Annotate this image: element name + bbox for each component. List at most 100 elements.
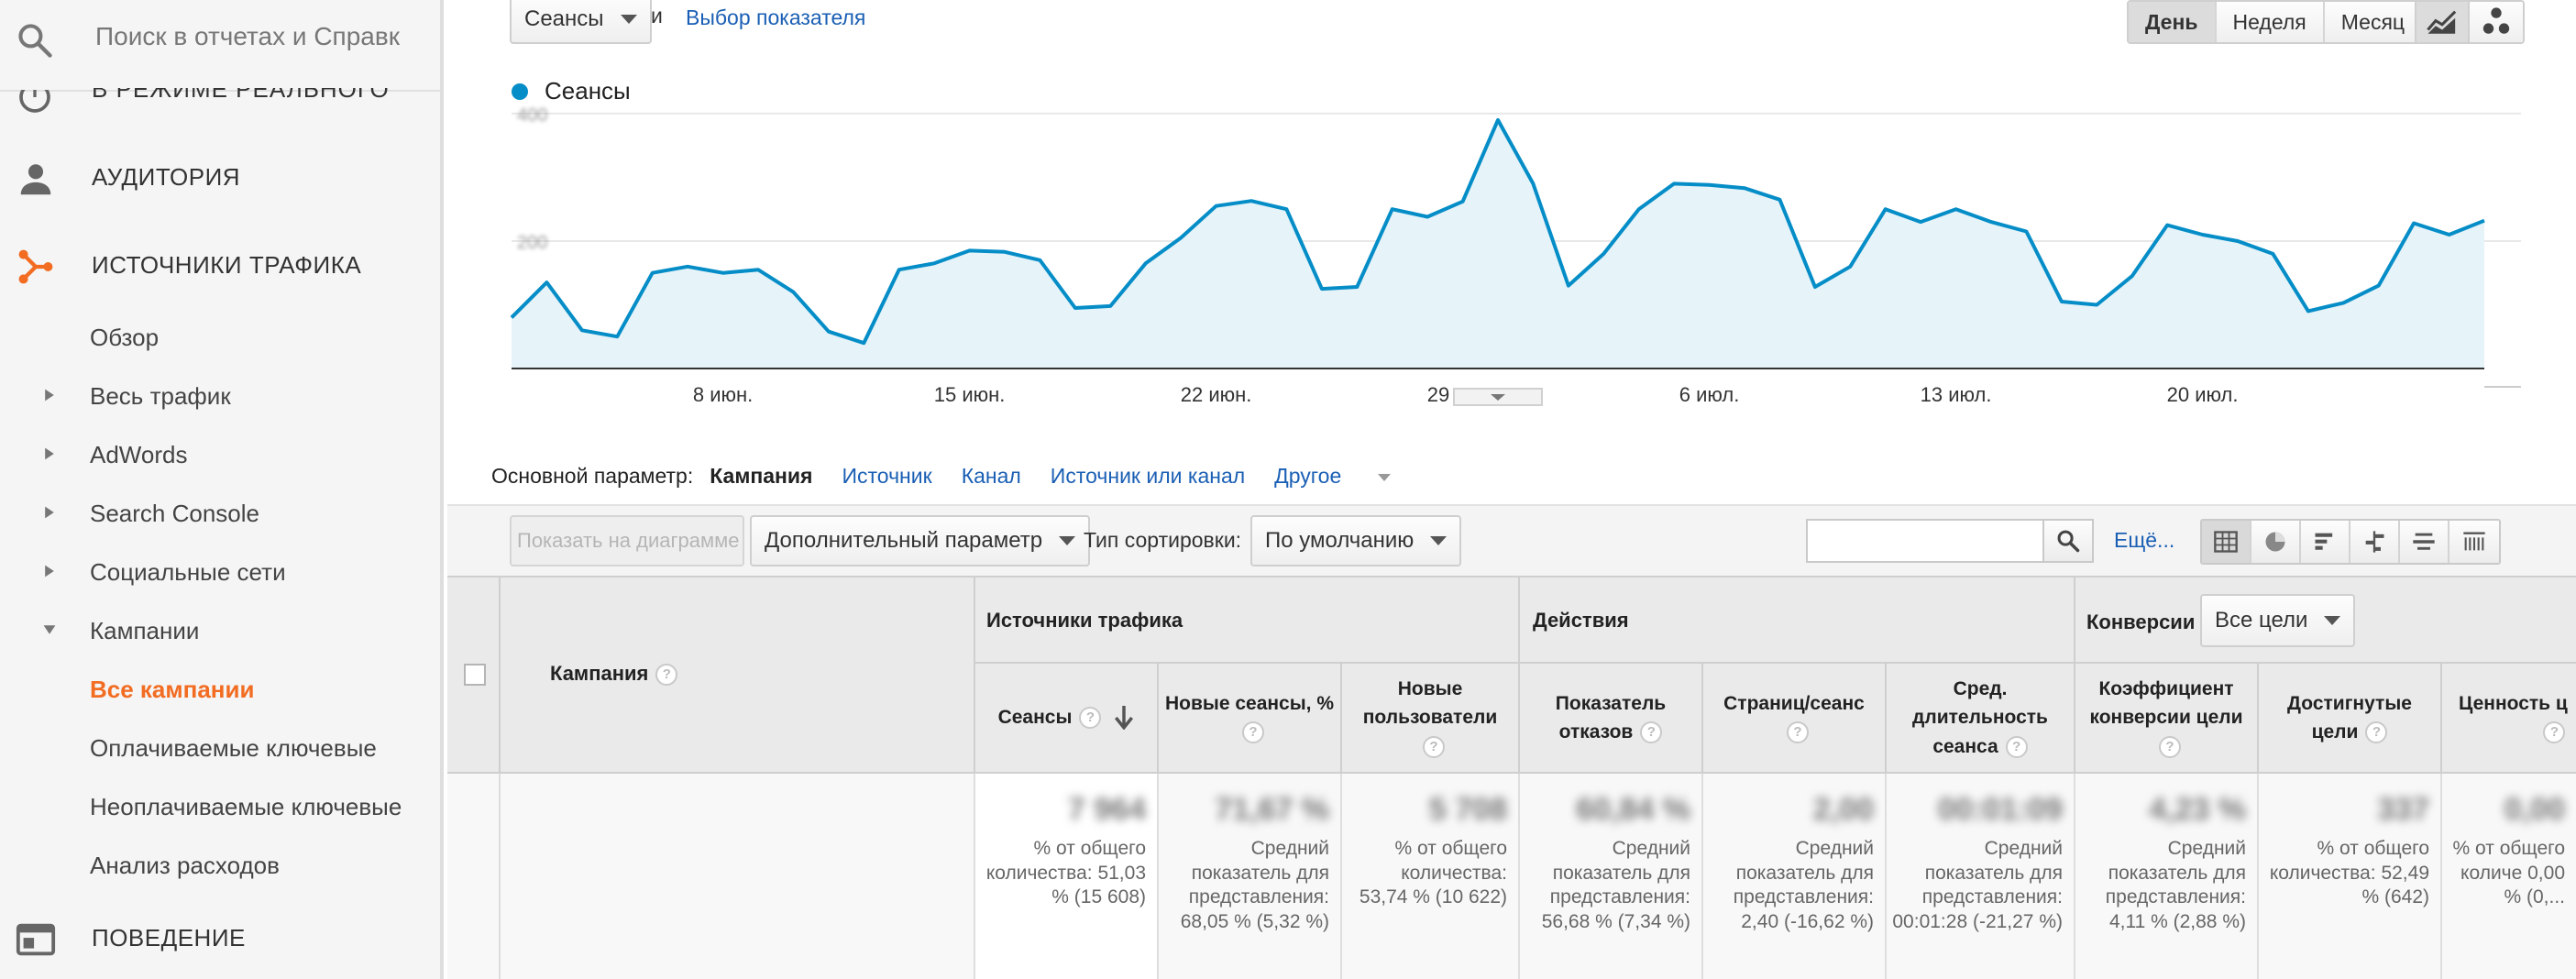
- sort-type-select[interactable]: По умолчанию: [1250, 515, 1462, 566]
- sort-desc-arrow-icon: [1115, 706, 1134, 730]
- sidebar-item-label: Обзор: [90, 324, 160, 351]
- search-icon: [18, 24, 52, 58]
- sidebar-item-all-traffic[interactable]: Весь трафик: [0, 371, 440, 423]
- help-icon[interactable]: ?: [2543, 721, 2566, 744]
- chevron-down-icon: [1378, 473, 1392, 481]
- chevron-down-icon: [1059, 536, 1076, 545]
- goal-select-value: Все цели: [2215, 608, 2308, 632]
- help-icon[interactable]: ?: [1640, 721, 1663, 744]
- help-icon[interactable]: ?: [1786, 721, 1809, 744]
- summary-cell-avg-session-duration: 00:01:09 Средний показатель для представ…: [1887, 774, 2075, 979]
- dimension-medium[interactable]: Канал: [962, 464, 1021, 489]
- secondary-dimension-select[interactable]: Дополнительный параметр: [750, 515, 1091, 566]
- help-icon[interactable]: ?: [2005, 736, 2028, 759]
- sidebar-item-all-campaigns[interactable]: Все кампании: [0, 665, 440, 716]
- line-chart-icon: [2427, 10, 2457, 34]
- sidebar-item-paid-keywords[interactable]: Оплачиваемые ключевые: [0, 723, 440, 775]
- comparison-icon: [2365, 531, 2384, 553]
- column-header-label: Коэффициент конверсии цели: [2089, 677, 2243, 729]
- sidebar-section-behavior[interactable]: ПОВЕДЕНИЕ: [0, 911, 440, 966]
- view-performance-button[interactable]: [2301, 521, 2350, 563]
- select-all-header: [447, 578, 501, 774]
- period-week-button[interactable]: Неделя: [2216, 2, 2325, 42]
- motion-chart-icon: [2482, 7, 2510, 34]
- x-tick-label: 15 июн.: [934, 383, 1006, 406]
- table-view-switcher: [2200, 519, 2501, 565]
- x-tick-label: 6 июл.: [1679, 383, 1740, 406]
- primary-dimension-label: Основной параметр:: [491, 464, 694, 488]
- pie-icon: [2265, 532, 2285, 552]
- sidebar-search[interactable]: Поиск в отчетах и Справк: [0, 0, 440, 92]
- sidebar-item-label: Все кампании: [90, 676, 255, 703]
- sidebar-item-organic-keywords[interactable]: Неоплачиваемые ключевые: [0, 782, 440, 833]
- summary-cell-goal-conversion-rate: 4,23 % Средний показатель для представле…: [2075, 774, 2259, 979]
- goal-select[interactable]: Все цели: [2200, 594, 2356, 647]
- column-header-label: Новые сеансы, %: [1164, 692, 1335, 714]
- view-data-button[interactable]: [2202, 521, 2251, 563]
- search-icon: [2057, 530, 2080, 553]
- campaign-header-label: Кампания: [550, 662, 649, 685]
- dimension-other[interactable]: Другое: [1274, 464, 1420, 489]
- term-cloud-icon: [2413, 533, 2435, 550]
- column-header-new-users[interactable]: Новые пользователи?: [1342, 664, 1520, 774]
- plot-rows-button[interactable]: Показать на диаграмме: [510, 515, 744, 566]
- period-switcher: День Неделя Месяц: [2127, 0, 2424, 44]
- column-header-goal-completions[interactable]: Достигнутые цели?: [2259, 664, 2442, 774]
- summary-subtext: Средний показатель для представления: 4,…: [2105, 838, 2246, 932]
- sidebar-item-overview[interactable]: Обзор: [0, 313, 440, 364]
- help-icon[interactable]: ?: [655, 664, 678, 687]
- more-options-link[interactable]: Ещё...: [2114, 528, 2174, 553]
- dimension-source[interactable]: Источник: [842, 464, 931, 489]
- column-header-bounce-rate[interactable]: Показатель отказов?: [1520, 664, 1703, 774]
- help-icon[interactable]: ?: [2159, 736, 2181, 759]
- search-input[interactable]: Поиск в отчетах и Справк: [95, 22, 400, 51]
- column-header-pages-per-session[interactable]: Страниц/сеанс?: [1703, 664, 1887, 774]
- view-term-cloud-button[interactable]: [2400, 521, 2449, 563]
- table-search-input[interactable]: [1806, 519, 2044, 563]
- summary-subtext: % от общего количе 0,00 % (0,...: [2452, 838, 2565, 908]
- column-header-goal-conversion-rate[interactable]: Коэффициент конверсии цели?: [2075, 664, 2259, 774]
- sidebar-item-social[interactable]: Социальные сети: [0, 547, 440, 599]
- summary-value: 2,00: [1812, 792, 1874, 827]
- summary-value: 60,84 %: [1576, 792, 1690, 827]
- column-header-goal-value[interactable]: Ценность ц?: [2442, 664, 2576, 774]
- column-header-label: Страниц/сеанс: [1723, 692, 1865, 714]
- sessions-chart-svg: 2004008 июн.15 июн.22 июн.29 июн.6 июл.1…: [510, 105, 2521, 406]
- sidebar-item-label: Кампании: [90, 617, 200, 644]
- sidebar-item-label: Неоплачиваемые ключевые: [90, 793, 402, 820]
- line-chart-button[interactable]: [2416, 2, 2470, 42]
- column-header-avg-session-duration[interactable]: Сред. длительность сеанса?: [1887, 664, 2075, 774]
- sidebar-section-audience[interactable]: АУДИТОРИЯ: [0, 150, 440, 205]
- help-icon[interactable]: ?: [1242, 721, 1264, 744]
- column-header-label: Сред. длительность сеанса: [1912, 677, 2048, 757]
- summary-value: 00:01:09: [1937, 792, 2063, 827]
- period-month-button[interactable]: Месяц: [2324, 2, 2422, 42]
- sidebar-item-cost-analysis[interactable]: Анализ расходов: [0, 841, 440, 892]
- view-comparison-button[interactable]: [2350, 521, 2400, 563]
- campaign-column-header[interactable]: Кампания?: [501, 578, 975, 774]
- metric-select[interactable]: Сеансы: [510, 0, 652, 44]
- column-header-label: Ценность ц: [2459, 692, 2568, 714]
- sidebar-section-label: ИСТОЧНИКИ ТРАФИКА: [92, 251, 362, 279]
- sidebar-item-adwords[interactable]: AdWords: [0, 430, 440, 481]
- column-header-new-sessions[interactable]: Новые сеансы, %?: [1159, 664, 1342, 774]
- help-icon[interactable]: ?: [1079, 707, 1102, 729]
- select-metric-link[interactable]: Выбор показателя: [686, 6, 865, 30]
- select-all-checkbox[interactable]: [464, 664, 486, 686]
- sidebar-item-search-console[interactable]: Search Console: [0, 489, 440, 540]
- help-icon[interactable]: ?: [2365, 721, 2388, 744]
- sidebar-section-label: ПОВЕДЕНИЕ: [92, 924, 246, 952]
- dimension-source-medium[interactable]: Источник или канал: [1051, 464, 1245, 489]
- table-search-button[interactable]: [2044, 519, 2094, 563]
- sidebar-item-campaigns[interactable]: Кампании: [0, 606, 440, 657]
- view-pivot-button[interactable]: [2449, 521, 2499, 563]
- period-day-button[interactable]: День: [2129, 2, 2217, 42]
- motion-chart-button[interactable]: [2470, 2, 2523, 42]
- summary-value: 0,00: [2504, 792, 2565, 827]
- sidebar-section-traffic[interactable]: ИСТОЧНИКИ ТРАФИКА: [0, 238, 440, 293]
- report-main: Сеансы и Выбор показателя День Неделя Ме…: [447, 0, 2576, 979]
- column-header-sessions[interactable]: Сеансы?: [975, 664, 1159, 774]
- view-percentage-button[interactable]: [2251, 521, 2301, 563]
- dimension-campaign[interactable]: Кампания: [710, 464, 812, 489]
- help-icon[interactable]: ?: [1423, 736, 1445, 759]
